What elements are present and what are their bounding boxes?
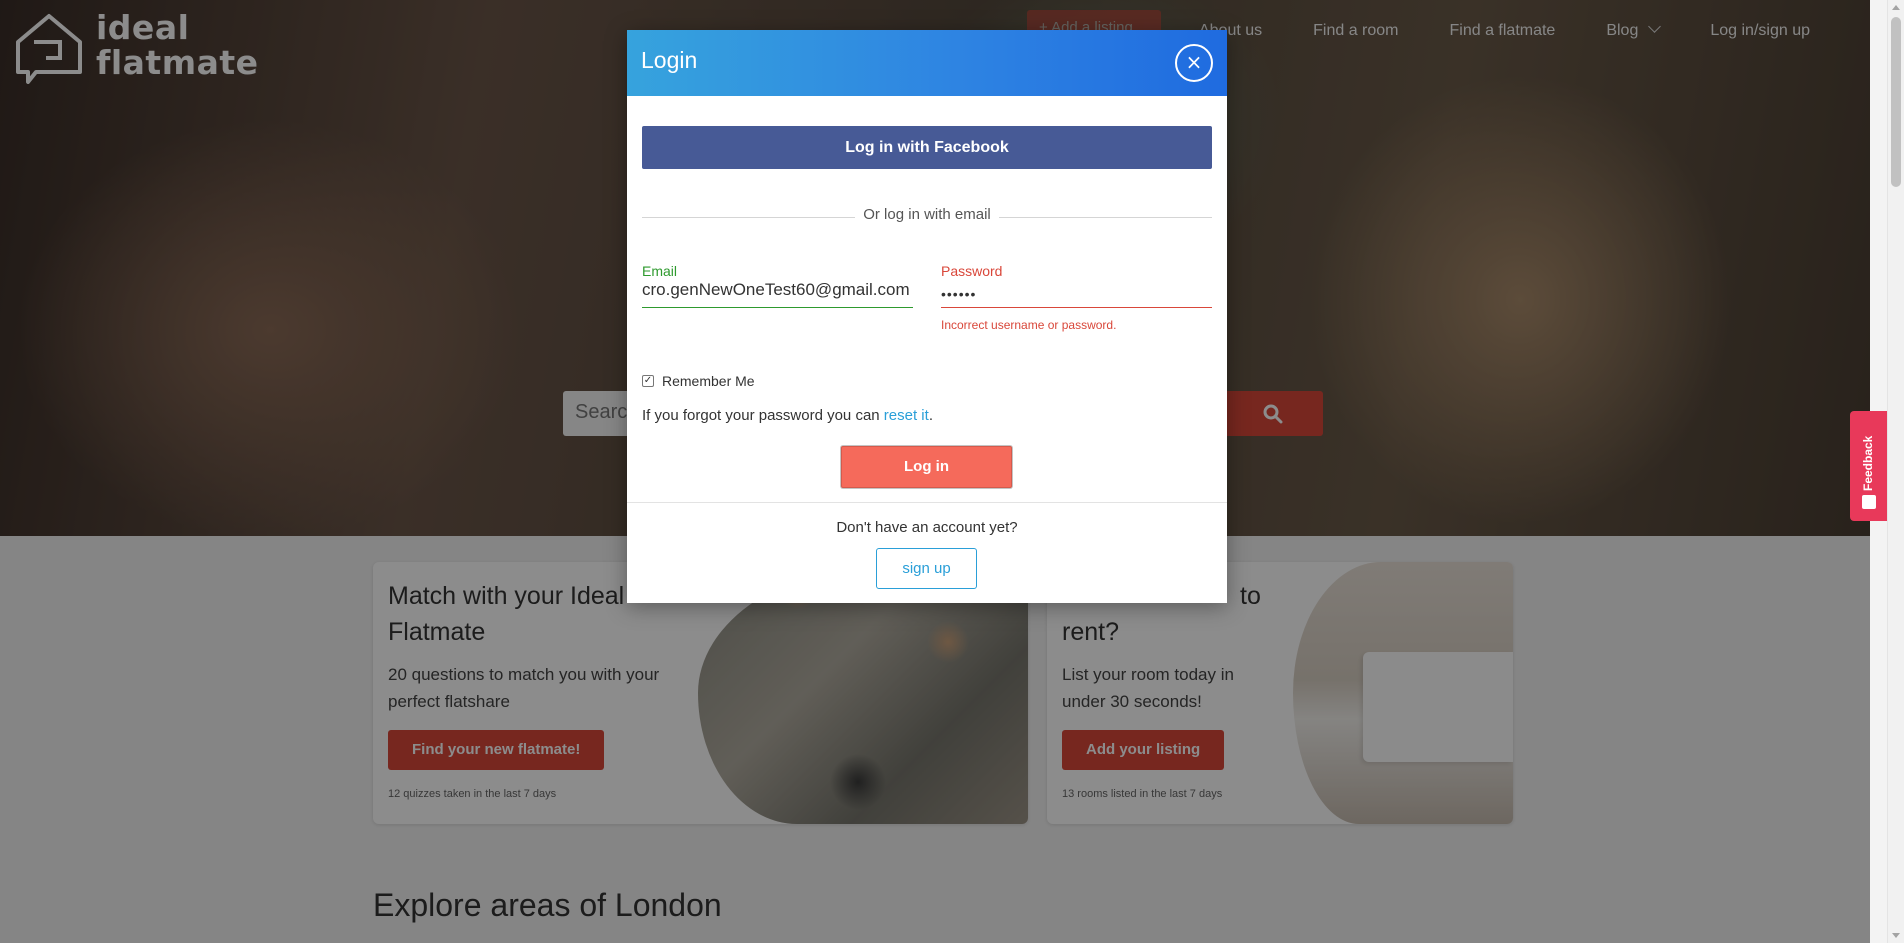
email-field[interactable]: cro.genNewOneTest60@gmail.com (642, 280, 913, 308)
scroll-thumb[interactable] (1891, 17, 1901, 187)
remember-me-label: Remember Me (662, 373, 755, 389)
feedback-icon (1862, 495, 1876, 509)
forgot-suffix: . (928, 407, 933, 424)
scroll-up-arrow[interactable] (1892, 5, 1900, 10)
login-modal: Login × Log in with Facebook Or log in w… (627, 30, 1227, 603)
close-icon[interactable]: × (1175, 44, 1213, 82)
login-button[interactable]: Log in (841, 446, 1012, 488)
feedback-label: Feedback (1861, 435, 1875, 491)
modal-title: Login (641, 47, 698, 73)
modal-header: Login × (627, 30, 1227, 96)
reset-password-link[interactable]: reset it (884, 407, 929, 424)
page-scrollbar[interactable] (1887, 0, 1904, 943)
or-divider: Or log in with email (627, 204, 1227, 223)
forgot-password-text: If you forgot your password you can rese… (642, 407, 933, 424)
feedback-tab[interactable]: Feedback (1850, 411, 1888, 521)
password-error: Incorrect username or password. (941, 318, 1117, 332)
no-account-text: Don't have an account yet? (836, 519, 1018, 536)
remember-me[interactable]: ✓ Remember Me (642, 373, 755, 389)
checkbox-check-icon[interactable]: ✓ (642, 375, 654, 387)
modal-divider (627, 502, 1227, 503)
signup-button[interactable]: sign up (876, 548, 977, 589)
email-label: Email (642, 263, 678, 279)
password-label: Password (941, 263, 1003, 279)
facebook-login-button[interactable]: Log in with Facebook (642, 126, 1212, 169)
forgot-prefix: If you forgot your password you can (642, 407, 884, 424)
password-field[interactable]: •••••• (941, 280, 1212, 308)
scroll-down-arrow[interactable] (1892, 933, 1900, 938)
or-divider-text: Or log in with email (855, 206, 999, 223)
